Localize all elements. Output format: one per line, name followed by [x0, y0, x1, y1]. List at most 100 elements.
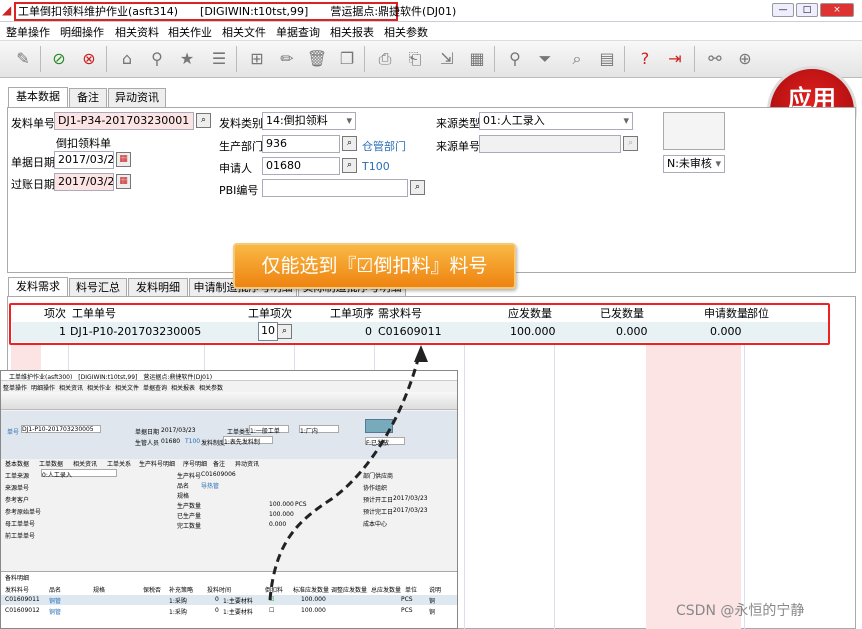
lookup-icon[interactable]: ⌕ [410, 180, 425, 195]
inset-checkbox-icon[interactable]: ☑ [269, 596, 274, 603]
inset-right-label: 成本中心 [363, 521, 388, 528]
inset-site[interactable]: 1:厂内 [299, 425, 339, 435]
inset-src[interactable]: 0:人工录入 [41, 469, 117, 479]
inset-tab[interactable]: 异动资讯 [235, 459, 259, 468]
attachment-icon[interactable]: ⚯ [704, 48, 726, 70]
menu-item[interactable]: 相关作业 [168, 24, 212, 40]
inset-menu-item[interactable]: 明细操作 [31, 383, 55, 392]
toolbar-separator [236, 46, 237, 72]
doc-date-field[interactable]: 2017/03/23 [54, 151, 114, 169]
wo-item-input[interactable]: 10 [258, 322, 278, 341]
window-title: 工单倒扣领料维护作业(asft314) [DIGIWIN:t10tst,99] … [14, 2, 456, 21]
column-header[interactable]: 部位 [747, 305, 769, 321]
batch-icon[interactable]: ▦ [466, 48, 488, 70]
issue-type-select[interactable]: 14:倒扣领料 [262, 112, 356, 130]
menu-item[interactable]: 整单操作 [6, 24, 50, 40]
add-icon[interactable]: ⊞ [246, 48, 268, 70]
edit-icon[interactable]: ✎ [12, 48, 34, 70]
inset-menu-item[interactable]: 相关资讯 [59, 383, 83, 392]
inset-status[interactable]: F:已发放 [365, 437, 405, 447]
menu-item[interactable]: 相关参数 [384, 24, 428, 40]
column-header[interactable]: 需求料号 [378, 305, 422, 321]
tab-basic-data[interactable]: 基本数据 [8, 87, 68, 108]
minimize-button[interactable]: — [772, 3, 794, 17]
source-type-select[interactable]: 01:人工录入 [479, 112, 633, 130]
status-select[interactable]: N:未审核 [663, 155, 725, 173]
inset-menu-item[interactable]: 相关参数 [199, 383, 223, 392]
watermark: CSDN @永恒的宁静 [676, 603, 805, 619]
home-icon[interactable]: ⌂ [116, 48, 138, 70]
column-header[interactable]: 工单项序 [330, 305, 374, 321]
query-icon[interactable]: ⌕ [566, 48, 588, 70]
print-icon[interactable]: ⎙ [374, 48, 396, 70]
tab-issue-demand[interactable]: 发料需求 [8, 277, 68, 298]
issue-no-field[interactable]: DJ1-P34-201703230001 [54, 112, 194, 130]
column-header[interactable]: 项次 [44, 305, 66, 321]
search-icon[interactable]: ⚲ [504, 48, 526, 70]
inset-menu-item[interactable]: 整单操作 [3, 383, 27, 392]
column-header[interactable]: 应发数量 [508, 305, 552, 321]
bookmark-icon[interactable]: ▤ [596, 48, 618, 70]
inset-tab[interactable]: 工单数据 [39, 459, 63, 468]
menu-item[interactable]: 明细操作 [60, 24, 104, 40]
lookup-icon[interactable]: ⌕ [342, 158, 357, 173]
lookup-icon[interactable]: ⌕ [277, 324, 292, 339]
filter-icon[interactable]: ⏷ [534, 48, 556, 70]
inset-tab[interactable]: 序号明细 [183, 459, 207, 468]
tab-item-summary[interactable]: 料号汇总 [69, 278, 127, 298]
lookup-icon[interactable]: ⌕ [196, 113, 211, 128]
inset-tab[interactable]: 生产料号明细 [139, 459, 175, 468]
tab-issue-detail[interactable]: 发料明细 [128, 278, 188, 298]
dept-field[interactable]: 936 [262, 135, 340, 153]
export-icon[interactable]: ⇲ [436, 48, 458, 70]
calendar-icon[interactable]: ▦ [116, 152, 131, 167]
inset-tab[interactable]: 备注 [213, 459, 225, 468]
lookup-icon[interactable]: ⌕ [623, 136, 638, 151]
menu-item[interactable]: 相关报表 [330, 24, 374, 40]
maximize-button[interactable]: □ [796, 3, 818, 17]
crosshair-icon[interactable]: ⊕ [734, 48, 756, 70]
inset-detail-header: 调整应发数量 [331, 587, 368, 594]
inset-checkbox-icon[interactable]: ☐ [269, 607, 274, 614]
applicant-field[interactable]: 01680 [262, 157, 340, 175]
cell-qty-issued: 0.000 [616, 325, 648, 338]
column-header[interactable]: 工单项次 [248, 305, 292, 321]
close-button[interactable]: × [820, 3, 854, 17]
pin-icon[interactable]: ⚲ [146, 48, 168, 70]
inset-tab[interactable]: 基本数据 [5, 459, 29, 468]
lookup-icon[interactable]: ⌕ [342, 136, 357, 151]
inset-tab[interactable]: 工单关系 [107, 459, 131, 468]
print-preview-icon[interactable]: ⎗ [404, 48, 426, 70]
column-header[interactable]: 申请数量 [704, 305, 748, 321]
star-icon[interactable]: ★ [176, 48, 198, 70]
delete-icon[interactable]: 🗑 [306, 48, 328, 70]
copy-icon[interactable]: ❐ [336, 48, 358, 70]
inset-menu-item[interactable]: 相关文件 [115, 383, 139, 392]
column-header[interactable]: 工单单号 [72, 305, 116, 321]
inset-menu-item[interactable]: 相关报表 [171, 383, 195, 392]
menu-item[interactable]: 相关文件 [222, 24, 266, 40]
tab-change-info[interactable]: 异动资讯 [108, 88, 166, 108]
source-no-field[interactable] [479, 135, 621, 153]
menu-item[interactable]: 单据查询 [276, 24, 320, 40]
list-icon[interactable]: ☰ [208, 48, 230, 70]
confirm-icon[interactable]: ⊘ [48, 48, 70, 70]
calendar-icon[interactable]: ▦ [116, 174, 131, 189]
help-icon[interactable]: ? [634, 48, 656, 70]
pbi-field[interactable] [262, 179, 408, 197]
tab-remarks[interactable]: 备注 [69, 88, 107, 108]
inset-detail-tab[interactable]: 备料明细 [5, 573, 29, 582]
inset-issue-ctrl[interactable]: 1:表先发料制 [223, 436, 273, 446]
inset-cell: 铜管 [49, 609, 62, 616]
inset-menu-item[interactable]: 相关作业 [87, 383, 111, 392]
post-date-field[interactable]: 2017/03/23 [54, 173, 114, 191]
inset-wo-no-field[interactable]: DJ1-P10-201703230005 [21, 425, 101, 433]
pencil-icon[interactable]: ✏ [276, 48, 298, 70]
inset-menu-item[interactable]: 单据查询 [143, 383, 167, 392]
column-header[interactable]: 已发数量 [600, 305, 644, 321]
menu-item[interactable]: 相关资料 [115, 24, 159, 40]
exit-icon[interactable]: ⇥ [664, 48, 686, 70]
cancel-icon[interactable]: ⊗ [78, 48, 100, 70]
inset-wo-type[interactable]: 1:一般工单 [249, 425, 289, 435]
inset-tab[interactable]: 相关资讯 [73, 459, 97, 468]
